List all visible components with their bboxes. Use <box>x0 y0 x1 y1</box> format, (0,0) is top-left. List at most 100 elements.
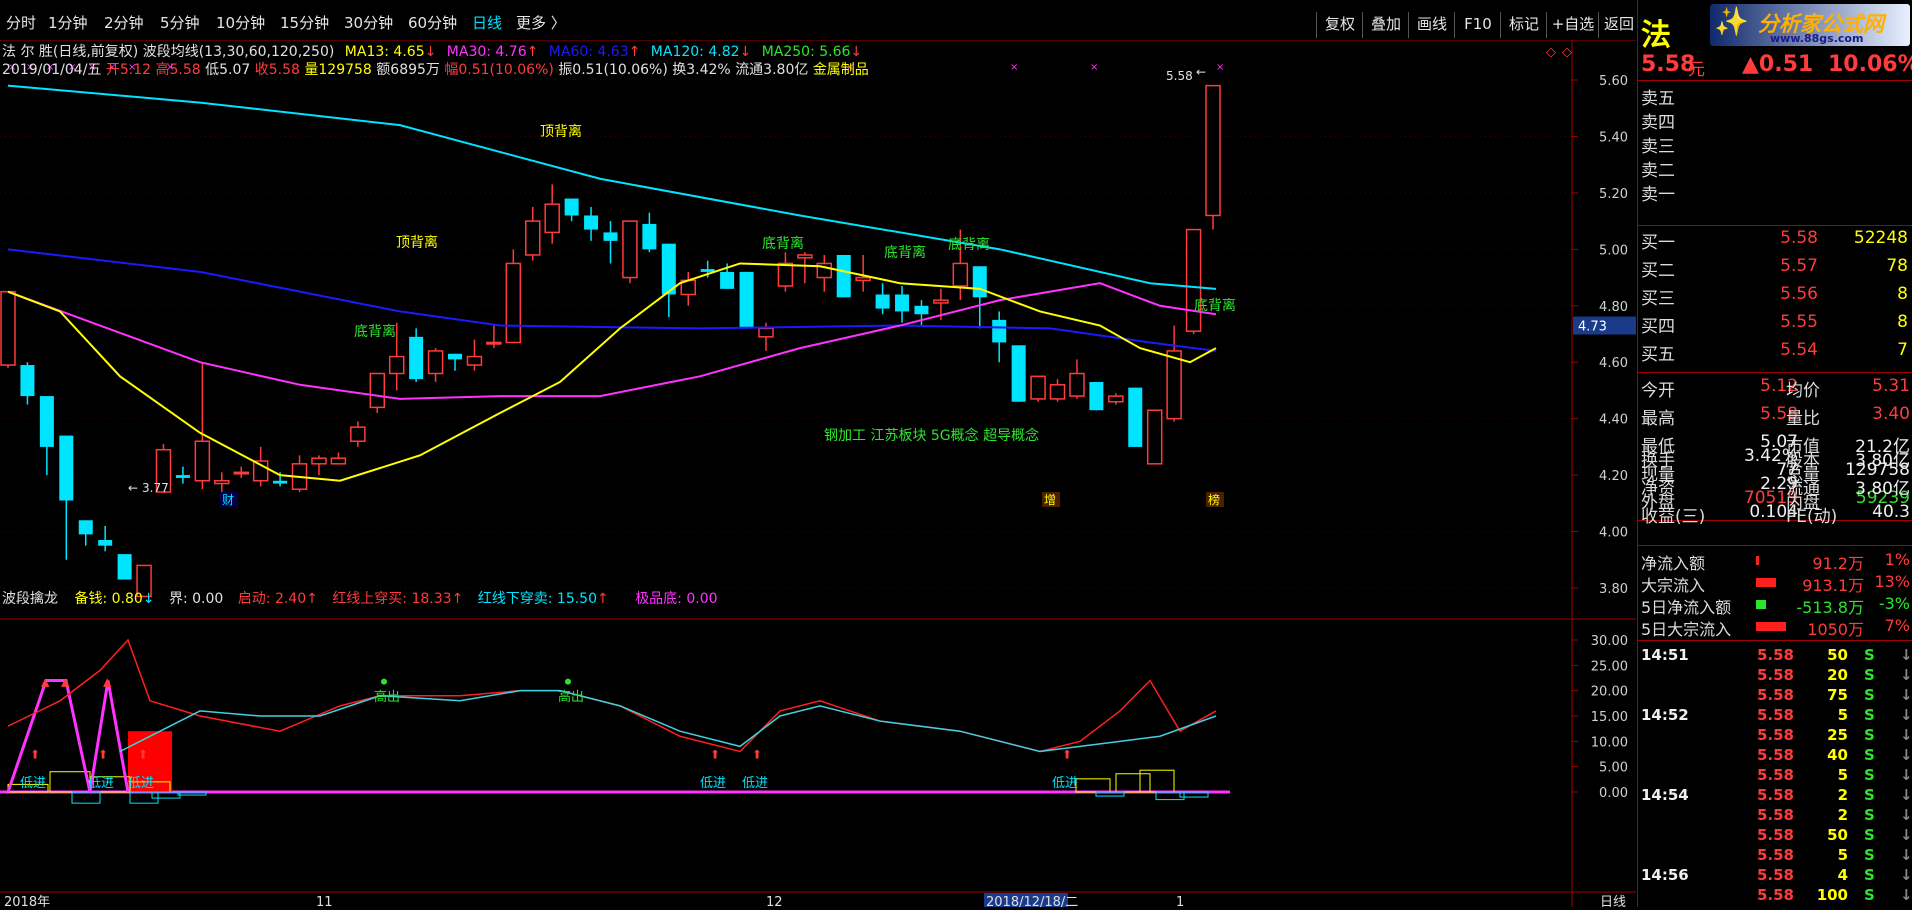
toolbar-button-5[interactable]: +自选 <box>1546 12 1599 38</box>
ma13-line <box>7 262 1217 482</box>
ind-axis-label-4: 10.00 <box>1591 735 1628 750</box>
period-5[interactable]: 15分钟 <box>280 12 329 33</box>
flow-label: 净流入额 <box>1641 554 1706 573</box>
period-4[interactable]: 10分钟 <box>216 12 265 33</box>
tick-volume: 100 <box>1816 886 1848 904</box>
increase-marker-label: 增 <box>1044 493 1056 507</box>
stat-value: 0.104 <box>1749 502 1798 522</box>
tick-direction-icon: ↓ <box>1900 746 1912 764</box>
candle <box>427 350 444 375</box>
toolbar-button-0[interactable]: 复权 <box>1316 12 1363 38</box>
toolbar-button-2[interactable]: 画线 <box>1408 12 1455 38</box>
buy-level-3: 买四 5.55 8 <box>1638 312 1912 341</box>
candle <box>642 223 657 250</box>
candle <box>98 540 113 546</box>
bar-turnover: 换3.42% <box>672 62 731 78</box>
candle <box>175 475 190 478</box>
flow-label: 5日净流入额 <box>1641 598 1732 617</box>
buy-level-1: 买二 5.57 78 <box>1638 256 1912 285</box>
tick-direction-icon: ↓ <box>1900 786 1912 804</box>
flow-value: 91.2万 <box>1812 554 1864 573</box>
bottom-divergence-label: 底背离 <box>1194 297 1236 314</box>
bottom-divergence-label: 底背离 <box>884 244 926 261</box>
diamond-icon-2: ◇ <box>1562 45 1572 60</box>
stat-value-2: 3.40 <box>1872 404 1910 424</box>
top-toolbar: 分时 1分钟 2分钟 5分钟 10分钟 15分钟 30分钟 60分钟 日线 更多 〉 复权 叠加 画线… <box>0 0 1912 40</box>
tick-price: 5.58 <box>1756 746 1794 764</box>
stat-label-2: 均价 <box>1786 381 1820 401</box>
date-cursor-label: 2018/12/18/二 <box>986 895 1078 907</box>
label: 卖二 <box>1641 161 1675 181</box>
period-1[interactable]: 1分钟 <box>48 12 88 33</box>
date-label-year: 2018年 <box>4 895 50 907</box>
period-8[interactable]: 日线 <box>472 12 502 33</box>
candle <box>1049 384 1066 400</box>
indicator-name: 波段擒龙 <box>2 591 58 607</box>
bar-amplitude: 振0.51(10.06%) <box>558 62 668 78</box>
toolbar-button-6[interactable]: 返回 <box>1598 12 1639 38</box>
cyan-bar <box>129 791 159 804</box>
flow-label: 大宗流入 <box>1641 576 1706 595</box>
top-divergence-label: 顶背离 <box>396 234 438 251</box>
kline-chart[interactable]: 5.60 5.40 5.20 5.00 4.80 4.60 4.40 4.20 4.00 3.80… <box>0 40 1636 907</box>
tick-price: 5.58 <box>1756 846 1794 864</box>
stat-value: 5.12 <box>1760 376 1798 396</box>
value-2: 78 <box>1886 256 1908 276</box>
cyan-bar <box>71 791 101 804</box>
diamond-icon: ◇ <box>1546 45 1556 60</box>
candle <box>525 220 541 256</box>
bottom-divergence-label: 底背离 <box>354 323 396 340</box>
candle <box>0 290 16 366</box>
tick-direction-icon: ↓ <box>1900 806 1912 824</box>
tick-time: 14:54 <box>1641 786 1689 804</box>
flow-value: 1050万 <box>1807 620 1864 639</box>
candle <box>273 480 288 484</box>
ma250-value: MA250: 5.66 <box>761 44 851 60</box>
high-out-label: 高出 <box>558 689 584 705</box>
tick-price: 5.58 <box>1756 866 1794 884</box>
stat-label: 今开 <box>1641 381 1675 401</box>
toolbar-button-4[interactable]: 标记 <box>1500 12 1547 38</box>
period-9[interactable]: 更多 〉 <box>516 12 566 33</box>
toolbar-button-1[interactable]: 叠加 <box>1362 12 1409 38</box>
value-2: 8 <box>1897 312 1908 332</box>
stat-value-2: 40.3 <box>1872 502 1910 522</box>
tick-side: S <box>1864 726 1875 744</box>
period-3[interactable]: 5分钟 <box>160 12 200 33</box>
candle <box>448 353 463 360</box>
concept-tags: 钢加工 江苏板块 5G概念 超导概念 <box>824 427 1039 444</box>
low-in-label: 低进 <box>742 776 768 791</box>
flow-value: 913.1万 <box>1802 576 1864 595</box>
bar-open: 开5.12 <box>105 62 152 78</box>
flow-row-0: 净流入额 91.2万 1% <box>1638 550 1912 573</box>
stat-value-2: 3.80亿 <box>1855 479 1910 499</box>
period-2[interactable]: 2分钟 <box>104 12 144 33</box>
bar-sector: 金属制品 <box>812 62 869 78</box>
bar-low: 低5.07 <box>205 62 251 78</box>
low-in-arrow-icon: ⬆ <box>1062 748 1072 762</box>
indicator-jie: 界: 0.00 <box>168 591 224 607</box>
candle <box>1166 350 1182 420</box>
tick-volume: 5 <box>1837 846 1848 864</box>
tick-direction-icon: ↓ <box>1900 706 1912 724</box>
finance-marker-label: 财 <box>222 493 234 507</box>
value-2: 7 <box>1897 340 1908 360</box>
label: 买四 <box>1641 317 1675 337</box>
stat-label-2: 量比 <box>1786 409 1820 429</box>
stat-value-2: 5.31 <box>1872 376 1910 396</box>
ind-axis-label-2: 20.00 <box>1591 685 1628 700</box>
candle <box>855 276 871 282</box>
tick-time: 14:52 <box>1641 706 1689 724</box>
tick-row: 5.58 100 S ↓ <box>1638 886 1912 910</box>
bottom-divergence-label: 底背离 <box>762 235 804 252</box>
period-6[interactable]: 30分钟 <box>344 12 393 33</box>
high-out-label: 高出 <box>374 689 400 705</box>
tick-price: 5.58 <box>1756 706 1794 724</box>
rank-marker-label: 榜 <box>1208 492 1220 507</box>
ind-axis-label-5: 5.00 <box>1599 761 1628 776</box>
tick-price: 5.58 <box>1756 826 1794 844</box>
period-0[interactable]: 分时 <box>6 12 36 33</box>
period-7[interactable]: 60分钟 <box>408 12 457 33</box>
stock-name-char: 法 <box>1641 18 1671 53</box>
toolbar-button-3[interactable]: F10 <box>1454 12 1501 38</box>
